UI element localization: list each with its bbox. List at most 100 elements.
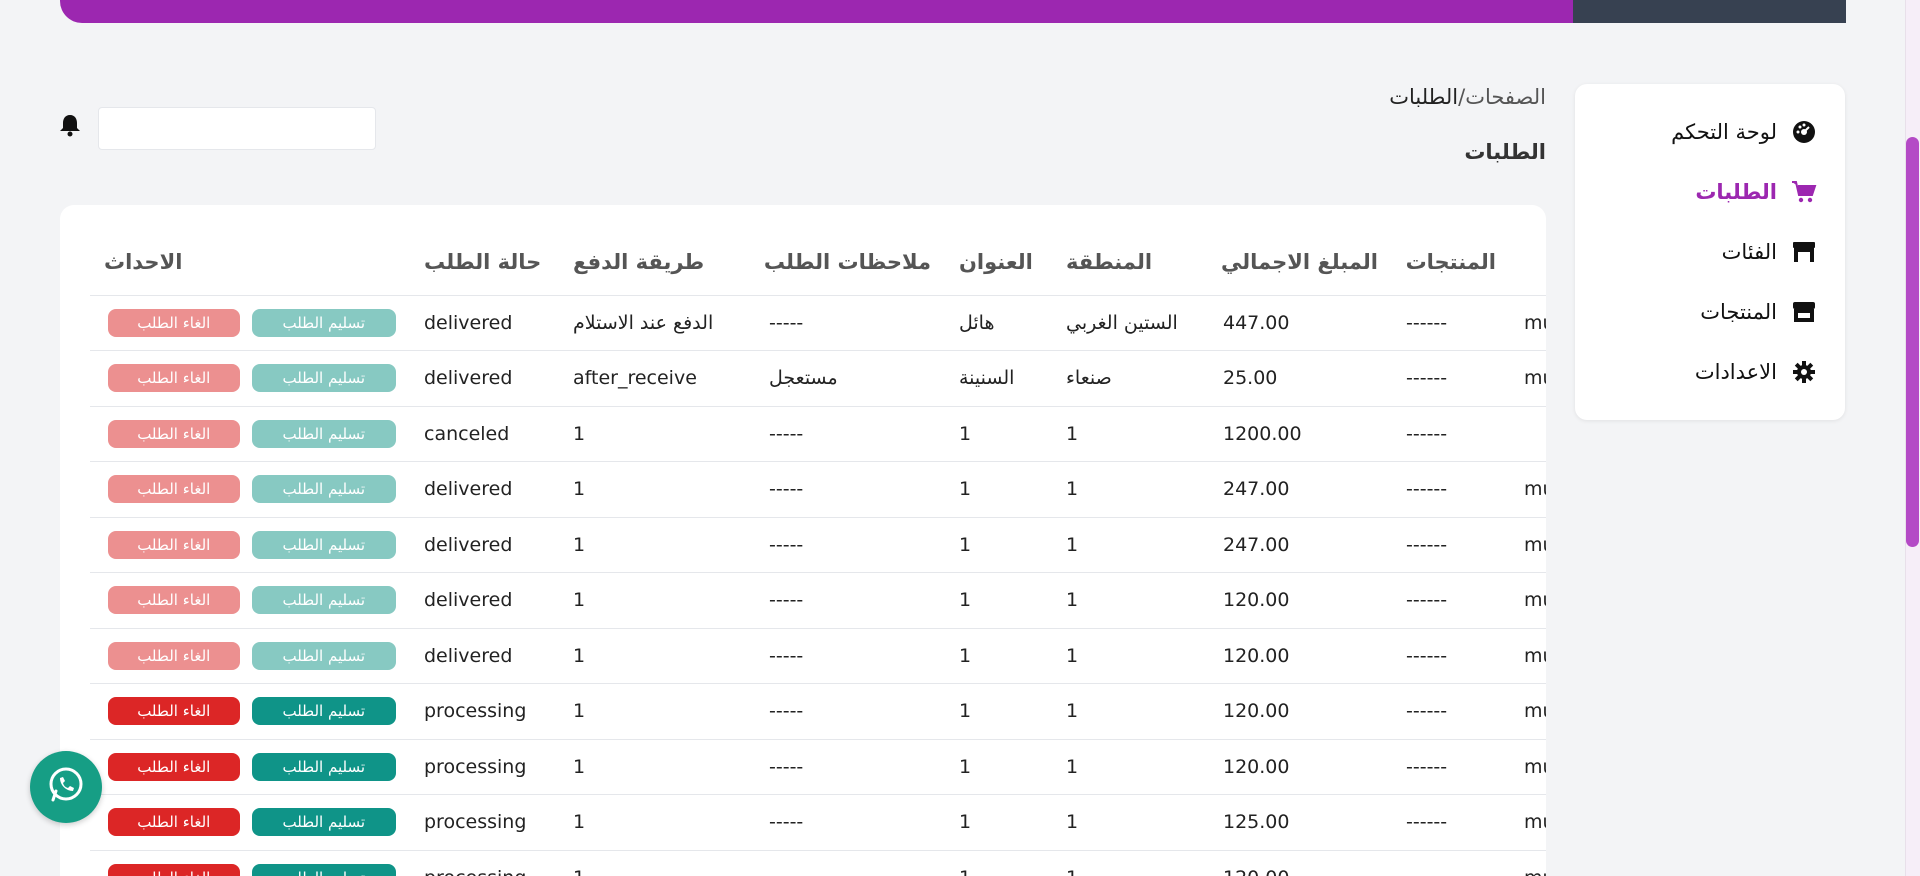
sidebar-item-products[interactable]: المنتجات — [1575, 282, 1845, 342]
deliver-order-button[interactable]: تسليم الطلب — [251, 419, 396, 448]
sidebar-item-label: الفئات — [1721, 240, 1777, 264]
cell-payment: 1 — [559, 461, 755, 518]
cell-notes: ----- — [755, 794, 945, 851]
cancel-order-button[interactable]: الغاء الطلب — [108, 419, 240, 448]
table-row: mu------120.0011-----1deliveredتسليم الط… — [90, 572, 1546, 629]
cell-address: هائل — [945, 295, 1052, 351]
cancel-order-button[interactable]: الغاء الطلب — [108, 863, 240, 876]
cell-products: ------ — [1392, 406, 1510, 462]
cell-address: 1 — [945, 572, 1052, 629]
orders-card: المنتجات المبلغ الاجمالي المنطقة العنوان… — [60, 205, 1546, 876]
cell-payment: 1 — [559, 850, 755, 876]
column-header-total[interactable]: المبلغ الاجمالي — [1209, 230, 1392, 296]
column-header-address[interactable]: العنوان — [945, 230, 1052, 296]
cell-region: 1 — [1052, 794, 1209, 851]
deliver-order-button[interactable]: تسليم الطلب — [251, 308, 396, 337]
cell-total: 1200.00 — [1209, 406, 1392, 462]
cancel-order-button[interactable]: الغاء الطلب — [108, 808, 240, 837]
column-header-status[interactable]: حالة الطلب — [410, 230, 559, 296]
cancel-order-button[interactable]: الغاء الطلب — [108, 475, 240, 504]
cell-payment: 1 — [559, 572, 755, 629]
page-scrollbar[interactable] — [1905, 0, 1920, 876]
table-header-row: المنتجات المبلغ الاجمالي المنطقة العنوان… — [90, 230, 1546, 296]
cell-clip: mu — [1510, 850, 1546, 876]
page-title: الطلبات — [1464, 140, 1546, 164]
cell-region: 1 — [1052, 683, 1209, 740]
orders-table-wrapper[interactable]: المنتجات المبلغ الاجمالي المنطقة العنوان… — [90, 230, 1546, 876]
column-header-products[interactable]: المنتجات — [1392, 230, 1510, 296]
cell-address: 1 — [945, 461, 1052, 518]
cell-products: ------ — [1392, 517, 1510, 573]
bell-icon[interactable] — [57, 112, 83, 138]
deliver-order-button[interactable]: تسليم الطلب — [251, 863, 396, 876]
gear-icon — [1791, 359, 1817, 385]
cancel-order-button[interactable]: الغاء الطلب — [108, 530, 240, 559]
store-icon — [1791, 239, 1817, 265]
table-row: mu------120.0011-----1processingتسليم ال… — [90, 739, 1546, 795]
cell-actions: تسليم الطلب الغاء الطلب — [90, 406, 410, 462]
deliver-order-button[interactable]: تسليم الطلب — [251, 475, 396, 504]
cell-actions: تسليم الطلب الغاء الطلب — [90, 683, 410, 740]
deliver-order-button[interactable]: تسليم الطلب — [251, 530, 396, 559]
cell-region: 1 — [1052, 628, 1209, 684]
deliver-order-button[interactable]: تسليم الطلب — [251, 752, 396, 781]
cancel-order-button[interactable]: الغاء الطلب — [108, 586, 240, 615]
deliver-order-button[interactable]: تسليم الطلب — [251, 697, 396, 726]
deliver-order-button[interactable]: تسليم الطلب — [251, 586, 396, 615]
cancel-order-button[interactable]: الغاء الطلب — [108, 697, 240, 726]
cell-actions: تسليم الطلب الغاء الطلب — [90, 739, 410, 795]
cell-address: 1 — [945, 628, 1052, 684]
sidebar-item-label: المنتجات — [1700, 300, 1777, 324]
table-row: mu------25.00صنعاءالسنينةمستعجلafter_rec… — [90, 350, 1546, 407]
cell-actions: تسليم الطلب الغاء الطلب — [90, 295, 410, 351]
cancel-order-button[interactable]: الغاء الطلب — [108, 364, 240, 393]
cell-clip: mu — [1510, 683, 1546, 740]
column-header-region[interactable]: المنطقة — [1052, 230, 1209, 296]
cell-address: 1 — [945, 794, 1052, 851]
table-row: mu------247.0011-----1deliveredتسليم الط… — [90, 517, 1546, 573]
top-dark-bar — [1573, 0, 1846, 23]
cell-total: 247.00 — [1209, 517, 1392, 573]
cart-icon — [1791, 179, 1817, 205]
cell-region: 1 — [1052, 517, 1209, 573]
deliver-order-button[interactable]: تسليم الطلب — [251, 808, 396, 837]
cell-total: 120.00 — [1209, 850, 1392, 876]
cell-payment: 1 — [559, 683, 755, 740]
cell-notes: ----- — [755, 406, 945, 462]
deliver-order-button[interactable]: تسليم الطلب — [251, 641, 396, 670]
cell-clip: mu — [1510, 461, 1546, 518]
cell-clip — [1510, 406, 1546, 462]
cancel-order-button[interactable]: الغاء الطلب — [108, 752, 240, 781]
sidebar-item-dashboard[interactable]: لوحة التحكم — [1575, 102, 1845, 162]
cell-total: 120.00 — [1209, 572, 1392, 629]
sidebar-item-label: لوحة التحكم — [1671, 120, 1777, 144]
cell-total: 447.00 — [1209, 295, 1392, 351]
breadcrumb-root[interactable]: الصفحات — [1465, 85, 1546, 109]
cell-status: delivered — [410, 295, 559, 351]
cell-products: ------ — [1392, 461, 1510, 518]
cell-payment: 1 — [559, 739, 755, 795]
cell-total: 25.00 — [1209, 350, 1392, 407]
sidebar-item-orders[interactable]: الطلبات — [1575, 162, 1845, 222]
whatsapp-button[interactable] — [30, 751, 102, 823]
dashboard-gauge-icon — [1791, 119, 1817, 145]
cell-products: ------ — [1392, 850, 1510, 876]
cancel-order-button[interactable]: الغاء الطلب — [108, 641, 240, 670]
column-header-payment[interactable]: طريقة الدفع — [559, 230, 755, 296]
cell-notes: ----- — [755, 295, 945, 351]
table-row: mu------120.0011-----1processingتسليم ال… — [90, 850, 1546, 876]
deliver-order-button[interactable]: تسليم الطلب — [251, 364, 396, 393]
shop-icon — [1791, 299, 1817, 325]
cell-notes: ----- — [755, 628, 945, 684]
scrollbar-thumb[interactable] — [1906, 137, 1919, 547]
table-row: mu------120.0011-----1deliveredتسليم الط… — [90, 628, 1546, 684]
cell-products: ------ — [1392, 739, 1510, 795]
cancel-order-button[interactable]: الغاء الطلب — [108, 308, 240, 337]
search-input[interactable] — [98, 107, 376, 150]
cell-clip: mu — [1510, 794, 1546, 851]
cell-payment: 1 — [559, 794, 755, 851]
sidebar-item-categories[interactable]: الفئات — [1575, 222, 1845, 282]
cell-status: delivered — [410, 350, 559, 407]
column-header-notes[interactable]: ملاحظات الطلب — [755, 230, 945, 296]
sidebar-item-settings[interactable]: الاعدادات — [1575, 342, 1845, 402]
